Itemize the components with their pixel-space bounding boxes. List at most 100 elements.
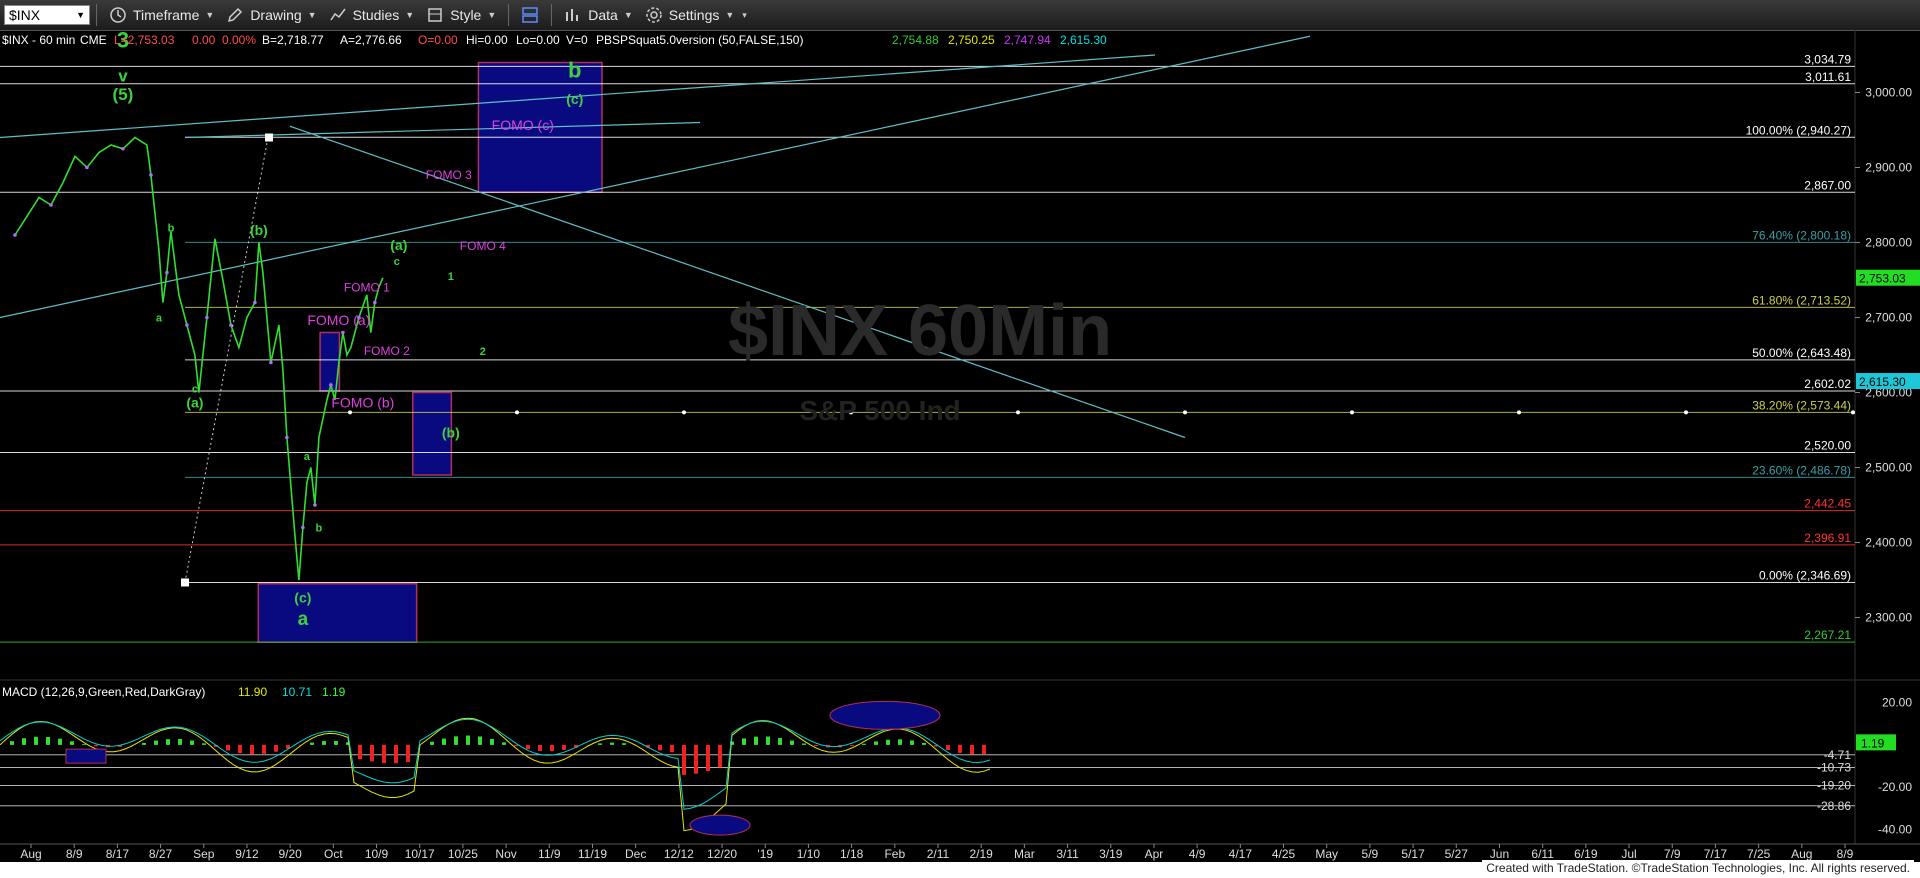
price-point [13, 233, 17, 237]
layout-button[interactable] [515, 2, 545, 28]
x-tick-label: 8/17 [106, 847, 130, 861]
price-point [329, 383, 333, 387]
price-point [301, 525, 305, 530]
wave-label: (c) [566, 91, 583, 107]
x-tick-label: 1/10 [797, 847, 821, 861]
x-tick-label: 8/9 [1837, 847, 1854, 861]
data-button[interactable]: Data ▼ [558, 2, 639, 28]
macd-y-tick-label: 20.00 [1882, 696, 1912, 710]
projection-dot [1684, 410, 1688, 415]
drawing-label: Drawing [250, 7, 302, 23]
chart-header-ask: A=2,776.66 [340, 33, 402, 47]
wave-label: b [568, 58, 581, 83]
style-icon [428, 8, 442, 22]
studies-icon [329, 8, 346, 21]
level-label: 2,396.91 [1804, 531, 1851, 545]
x-tick-label: 1/18 [840, 847, 864, 861]
x-tick-label: 9/12 [235, 847, 259, 861]
chart-header-study-val-4: 2,615.30 [1060, 33, 1107, 47]
x-tick-label: 7/9 [1664, 847, 1681, 861]
timeframe-label: Timeframe [133, 7, 200, 23]
wave-label: (b) [250, 222, 268, 238]
gear-icon [646, 7, 662, 23]
toolbar: $INX ▼ Timeframe ▼ Drawing ▼ Studies ▼ S… [0, 0, 1920, 31]
price-pane: 3,000.002,900.002,800.002,700.002,600.00… [0, 30, 1920, 844]
x-tick-label: Feb [884, 847, 905, 861]
price-tag-label: 2,615.30 [1859, 375, 1906, 389]
chart-header-exchange: CME [80, 33, 107, 47]
caret-down-icon: ▼ [725, 10, 735, 20]
chart-canvas[interactable]: 3,000.002,900.002,800.002,700.002,600.00… [0, 30, 1920, 878]
wave-label: (a) [186, 395, 203, 411]
price-point [285, 435, 289, 440]
x-tick-label: 10/17 [405, 847, 435, 861]
macd-label: MACD (12,26,9,Green,Red,DarkGray) [2, 685, 205, 699]
projection-dot [1016, 410, 1020, 415]
price-point [165, 270, 169, 275]
settings-button[interactable]: Settings ▼ [639, 2, 741, 28]
wave-label: a [298, 609, 309, 630]
x-tick-label: 6/11 [1531, 847, 1554, 861]
target-box-c-wave [257, 583, 418, 643]
style-button[interactable]: Style ▼ [420, 2, 502, 28]
studies-button[interactable]: Studies ▼ [323, 2, 421, 28]
x-tick-label: 2/11 [927, 847, 950, 861]
price-point [373, 300, 377, 305]
chart-header-study-val-2: 2,750.25 [948, 33, 995, 47]
wave-label: b [316, 522, 323, 534]
x-tick-label: 9/20 [278, 847, 302, 861]
toolbar-separator [508, 4, 510, 26]
x-tick-label: 3/19 [1099, 847, 1123, 861]
x-tick-label: Aug [20, 847, 41, 861]
x-tick-label: 5/17 [1401, 847, 1425, 861]
wave-label: (5) [113, 85, 134, 104]
drawing-button[interactable]: Drawing ▼ [220, 2, 322, 28]
fomo-label: FOMO 1 [344, 280, 390, 294]
wave-label: v [118, 66, 128, 85]
macd-pane: 20.00-20.00-40.00-4.71-10.73-19.20-28.86… [0, 696, 1912, 836]
chart-header-vol: V=0 [566, 33, 588, 47]
level-label: 2,520.00 [1804, 439, 1851, 453]
x-tick-label: Sep [193, 847, 215, 861]
wave-label: a [304, 451, 311, 463]
fomo-label: FOMO 3 [426, 168, 472, 182]
x-tick-label: 5/27 [1445, 847, 1469, 861]
y-tick-label: 3,000.00 [1865, 86, 1912, 100]
level-label: 61.80% (2,713.52) [1752, 293, 1851, 307]
caret-down-icon: ▼ [307, 10, 317, 20]
level-label: 2,267.21 [1804, 628, 1851, 642]
chart-header-open: O=0.00 [418, 33, 458, 47]
data-label: Data [588, 7, 618, 23]
trendline [0, 35, 1311, 319]
wave-label: b [168, 222, 175, 234]
x-tick-label: 6/19 [1574, 847, 1598, 861]
x-tick-label: 4/25 [1272, 847, 1296, 861]
caret-down-icon[interactable]: ▾ [742, 10, 747, 21]
x-tick-label: 11/9 [538, 847, 561, 861]
clock-icon [110, 7, 126, 23]
price-point [341, 330, 345, 335]
x-tick-label: Jun [1490, 847, 1509, 861]
symbol-dropdown-icon[interactable]: ▼ [76, 10, 85, 20]
level-label: 3,011.61 [1805, 70, 1851, 84]
layout-icon [522, 7, 539, 23]
chart-header-study-val-1: 2,754.88 [892, 33, 939, 47]
price-point [205, 315, 209, 320]
chart-header-bid: B=2,718.77 [262, 33, 324, 47]
wave-label: a [156, 312, 163, 324]
settings-label: Settings [668, 7, 720, 23]
y-tick-label: 2,700.00 [1865, 311, 1912, 325]
macd-ellipse [829, 700, 941, 730]
x-tick-label: 7/17 [1704, 847, 1728, 861]
macd-signal-line [0, 718, 991, 810]
x-tick-label: 11/19 [578, 847, 607, 861]
level-label: 0.00% (2,346.69) [1759, 568, 1851, 582]
chart-header-chg: 0.00 [192, 33, 216, 47]
macd-level-label: -28.86 [1817, 799, 1851, 813]
wave-label: (c) [294, 590, 311, 606]
x-tick-label: Mar [1014, 847, 1035, 861]
x-tick-label: Oct [324, 847, 343, 861]
symbol-input[interactable]: $INX ▼ [4, 5, 90, 25]
fomo-label: FOMO (b) [331, 395, 394, 411]
timeframe-button[interactable]: Timeframe ▼ [103, 2, 220, 28]
